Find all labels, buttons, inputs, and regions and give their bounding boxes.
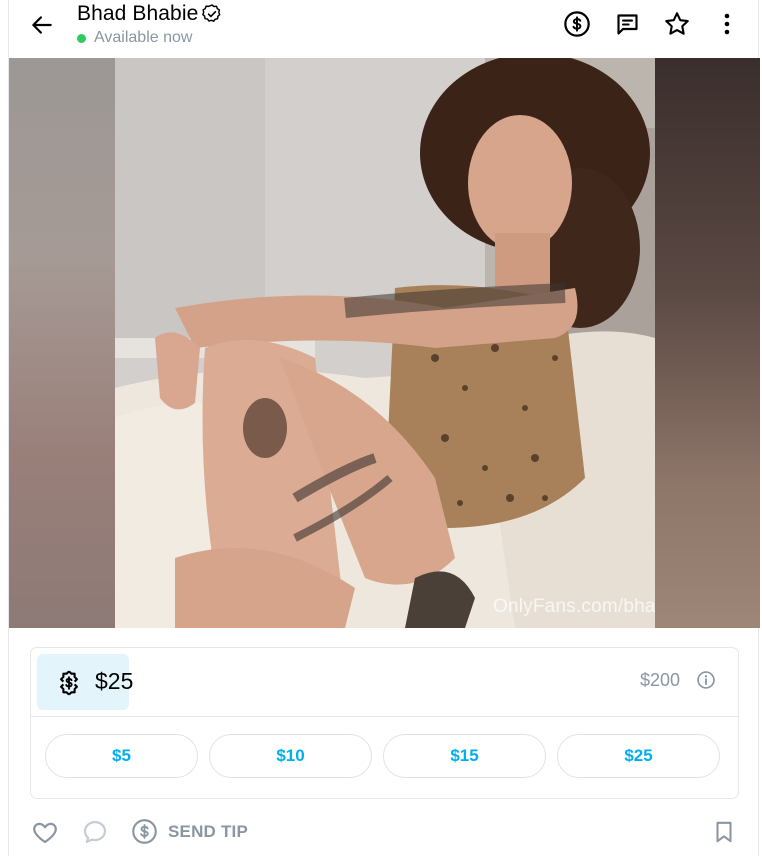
tip-preset-5-button[interactable]: $5 xyxy=(45,734,198,778)
availability-status: Available now xyxy=(77,29,192,47)
tip-preset-25-button[interactable]: $25 xyxy=(557,734,720,778)
heart-icon xyxy=(33,822,57,844)
post-photo[interactable]: OnlyFans.com/bhadbhabie xyxy=(115,58,655,628)
tip-preset-15-button[interactable]: $15 xyxy=(383,734,546,778)
dollar-circle-icon xyxy=(564,11,590,37)
favorite-button[interactable] xyxy=(662,9,692,39)
send-tip-header-button[interactable] xyxy=(562,9,592,39)
dollar-circle-icon xyxy=(132,819,157,844)
header-actions xyxy=(542,9,742,39)
comment-icon xyxy=(83,820,107,844)
back-button[interactable] xyxy=(27,10,57,40)
profile-name-row[interactable]: Bhad Bhabie xyxy=(77,2,223,26)
post-media[interactable]: OnlyFans.com/bhadbhabie xyxy=(9,58,760,628)
send-tip-label: SEND TIP xyxy=(168,821,249,841)
like-button[interactable] xyxy=(31,818,59,846)
message-button[interactable] xyxy=(612,9,642,39)
tip-max-amount: $200 xyxy=(639,670,680,690)
tip-preset-10-button[interactable]: $10 xyxy=(209,734,372,778)
info-icon[interactable] xyxy=(696,670,716,690)
more-vertical-icon xyxy=(724,13,730,35)
photo-illustration xyxy=(115,58,655,628)
bookmark-icon xyxy=(716,821,732,843)
tip-panel: $25 $200 $5 $10 $15 $25 xyxy=(30,647,739,799)
tip-gear-dollar-icon xyxy=(60,670,78,696)
send-tip-button[interactable]: SEND TIP xyxy=(131,818,248,845)
media-blur-right xyxy=(654,58,760,628)
online-dot xyxy=(77,33,86,43)
profile-name[interactable]: Bhad Bhabie xyxy=(77,2,198,26)
post-view: Bhad Bhabie Available now OnlyFans.com/b… xyxy=(8,0,760,856)
back-arrow-icon xyxy=(32,16,52,34)
message-icon xyxy=(616,13,638,35)
tip-presets: $5 $10 $15 $25 xyxy=(45,734,720,778)
bookmark-button[interactable] xyxy=(711,818,737,846)
more-options-button[interactable] xyxy=(712,9,742,39)
star-icon xyxy=(665,12,689,35)
verified-badge-icon xyxy=(202,4,221,22)
media-blur-left xyxy=(9,58,115,628)
status-text: Available now xyxy=(94,29,193,46)
comment-button[interactable] xyxy=(81,818,109,846)
media-watermark: OnlyFans.com/bhadbhabie xyxy=(493,596,655,617)
post-actions-bar: SEND TIP xyxy=(9,810,760,856)
tip-amount-value[interactable]: $25 xyxy=(95,668,133,695)
chat-header: Bhad Bhabie Available now xyxy=(9,0,760,58)
tip-amount-row: $25 $200 xyxy=(31,648,738,717)
